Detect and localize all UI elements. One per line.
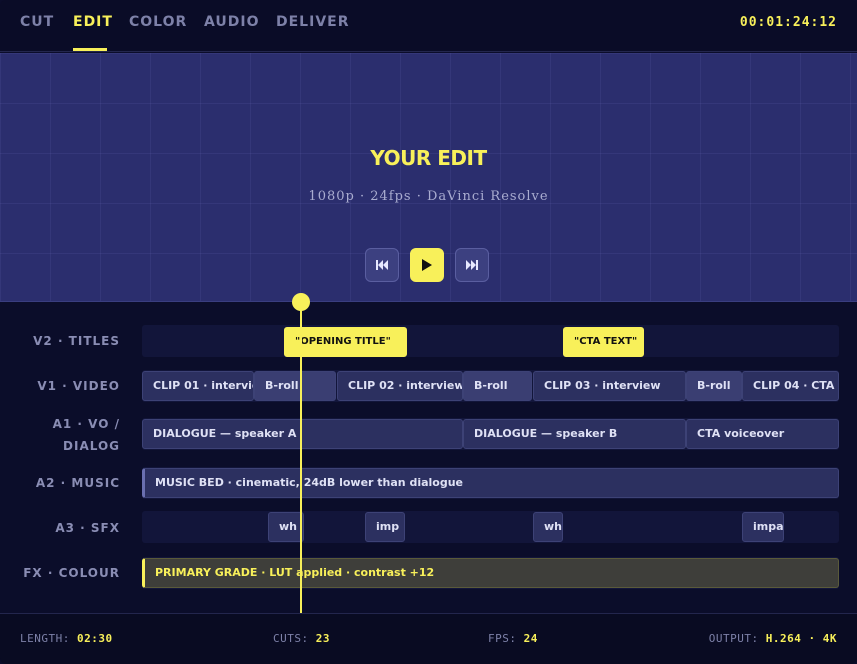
active-tab-indicator <box>73 48 107 51</box>
output-label: OUTPUT: <box>708 632 759 645</box>
video-clip[interactable]: CLIP 03 · interview <box>533 371 686 401</box>
skip-forward-icon <box>466 260 478 270</box>
track-label-v1: V1 · VIDEO <box>37 379 120 393</box>
colour-grade-clip[interactable]: PRIMARY GRADE · LUT applied · contrast +… <box>142 558 839 588</box>
skip-back-button[interactable] <box>365 248 399 282</box>
skip-back-icon <box>376 260 388 270</box>
video-clip[interactable]: CLIP 01 · interview <box>142 371 254 401</box>
playhead-handle[interactable] <box>292 293 310 311</box>
viewer-subtitle: 1080p · 24fps · DaVinci Resolve <box>308 189 549 204</box>
track-label-a3: A3 · SFX <box>55 521 120 535</box>
output-stat: OUTPUT: H.264 · 4K <box>709 632 837 645</box>
video-clip-broll[interactable]: B-roll <box>254 371 336 401</box>
track-label-a1: A1 · VO / DIALOG <box>0 413 120 457</box>
track-label-a2: A2 · MUSIC <box>35 476 120 490</box>
playhead-line[interactable] <box>300 302 302 613</box>
sfx-clip[interactable]: wh <box>268 512 304 542</box>
sfx-clip[interactable]: impa <box>742 512 784 542</box>
length-stat: LENGTH: 02:30 <box>20 632 113 645</box>
video-clip[interactable]: CLIP 04 · CTA <box>742 371 839 401</box>
track-label-a1-line1: A1 · VO / <box>52 417 120 431</box>
play-button[interactable] <box>410 248 444 282</box>
cuts-stat: CUTS: 23 <box>273 632 330 645</box>
audio-clip-dialogue[interactable]: DIALOGUE — speaker B <box>463 419 686 449</box>
skip-forward-button[interactable] <box>455 248 489 282</box>
length-value: 02:30 <box>76 632 113 645</box>
track-label-v2: V2 · TITLES <box>33 334 120 348</box>
video-clip-broll[interactable]: B-roll <box>686 371 742 401</box>
track-label-fx: FX · COLOUR <box>23 566 120 580</box>
viewer-title: YOUR EDIT <box>370 146 487 170</box>
cuts-label: CUTS: <box>273 632 309 645</box>
tab-deliver[interactable]: DELIVER <box>276 14 350 30</box>
fps-label: FPS: <box>488 632 517 645</box>
viewer-panel: YOUR EDIT 1080p · 24fps · DaVinci Resolv… <box>0 53 857 302</box>
status-bar: LENGTH: 02:30 CUTS: 23 FPS: 24 OUTPUT: H… <box>0 613 857 664</box>
play-icon <box>422 259 432 271</box>
tab-cut[interactable]: CUT <box>20 14 54 30</box>
tab-color[interactable]: COLOR <box>129 14 187 30</box>
track-label-a1-line2: DIALOG <box>63 439 120 453</box>
audio-clip-music[interactable]: MUSIC BED · cinematic, 24dB lower than d… <box>142 468 839 498</box>
sfx-clip[interactable]: wh <box>533 512 563 542</box>
cuts-value: 23 <box>315 632 330 645</box>
fps-value: 24 <box>523 632 538 645</box>
page-tabs: CUT EDIT COLOR AUDIO DELIVER 00:01:24:12 <box>0 0 857 52</box>
video-clip[interactable]: CLIP 02 · interview <box>337 371 463 401</box>
length-label: LENGTH: <box>20 632 70 645</box>
editor-window: CUT EDIT COLOR AUDIO DELIVER 00:01:24:12… <box>0 0 857 664</box>
tab-audio[interactable]: AUDIO <box>204 14 260 30</box>
video-clip-broll[interactable]: B-roll <box>463 371 532 401</box>
title-clip-cta[interactable]: "CTA TEXT" <box>563 327 644 357</box>
timecode-readout: 00:01:24:12 <box>739 15 837 30</box>
output-value: H.264 · 4K <box>765 632 837 645</box>
title-clip-opening[interactable]: "OPENING TITLE" <box>284 327 407 357</box>
sfx-clip[interactable]: imp <box>365 512 405 542</box>
fps-stat: FPS: 24 <box>488 632 538 645</box>
audio-clip-dialogue[interactable]: DIALOGUE — speaker A <box>142 419 463 449</box>
audio-clip-voiceover[interactable]: CTA voiceover <box>686 419 839 449</box>
tab-edit[interactable]: EDIT <box>73 14 113 30</box>
track-lane-a3 <box>142 511 839 543</box>
timeline: V2 · TITLES "OPENING TITLE" "CTA TEXT" V… <box>0 303 857 613</box>
track-lane-v2 <box>142 325 839 357</box>
